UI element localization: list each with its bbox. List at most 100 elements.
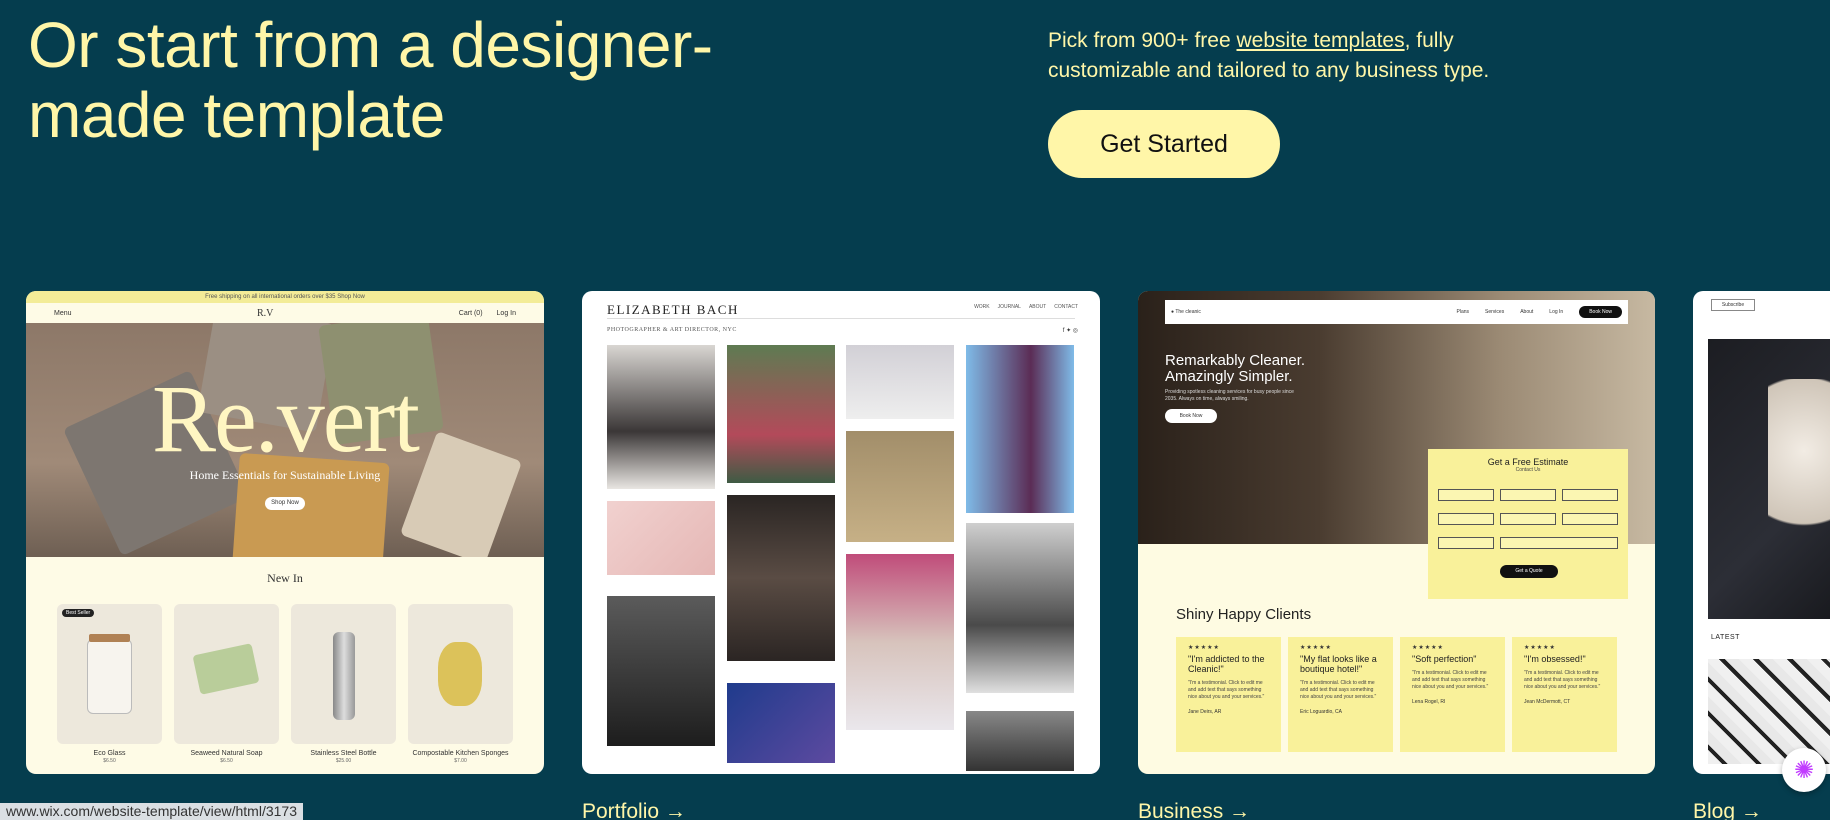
new-in-heading: New In bbox=[267, 571, 303, 585]
sponge-shape bbox=[438, 642, 482, 706]
photo-thumbnail bbox=[846, 554, 954, 730]
blog-hero-image bbox=[1708, 339, 1830, 619]
template-card-revert[interactable]: Free shipping on all international order… bbox=[26, 291, 544, 774]
form-field bbox=[1500, 489, 1556, 501]
latest-heading: LATEST bbox=[1711, 634, 1740, 641]
form-field bbox=[1500, 537, 1618, 549]
nav-item: Log In bbox=[1549, 309, 1564, 315]
sculpture-shape bbox=[1768, 379, 1830, 559]
section-headline: Or start from a designer-made template bbox=[28, 9, 713, 151]
product-image bbox=[408, 604, 513, 744]
nav-item: CONTACT bbox=[1054, 304, 1078, 310]
product-price: $25.00 bbox=[335, 758, 352, 764]
portfolio-subtitle: PHOTOGRAPHER & ART DIRECTOR, NYC bbox=[607, 327, 737, 333]
product-price: $6.50 bbox=[220, 758, 233, 764]
testimonial-body: "I'm a testimonial. Click to edit me and… bbox=[1188, 680, 1265, 700]
blog-thumbnail bbox=[1708, 659, 1830, 764]
bottle-shape bbox=[333, 632, 355, 720]
photo-thumbnail bbox=[607, 345, 715, 489]
portfolio-nav: WORK JOURNAL ABOUT CONTACT bbox=[974, 304, 1078, 310]
testimonial-card: ★★★★★ "My flat looks like a boutique hot… bbox=[1288, 637, 1393, 752]
nav-item: WORK bbox=[974, 304, 990, 310]
photo-thumbnail bbox=[846, 345, 954, 419]
product-image: Best Seller bbox=[57, 604, 162, 744]
nav-item: Plans bbox=[1456, 309, 1470, 315]
nav-item: ABOUT bbox=[1028, 304, 1047, 310]
brain-assistant-icon[interactable]: ✺ bbox=[1782, 748, 1826, 792]
nav-item: About bbox=[1520, 309, 1534, 315]
testimonial-body: "I'm a testimonial. Click to edit me and… bbox=[1524, 670, 1601, 690]
testimonial-body: "I'm a testimonial. Click to edit me and… bbox=[1412, 670, 1489, 690]
testimonial-author: Jane Deirs, AR bbox=[1188, 709, 1222, 715]
form-field bbox=[1438, 537, 1494, 549]
template-card-business[interactable]: ● The cleanic Plans Services About Log I… bbox=[1138, 291, 1655, 774]
estimate-form: Get a Free Estimate Contact Us Get a Quo… bbox=[1428, 449, 1628, 599]
testimonial-quote: "I'm addicted to the Cleanic!" bbox=[1188, 654, 1265, 674]
portfolio-category-link[interactable]: Portfolio → bbox=[582, 800, 686, 820]
cart-link: Cart (0) bbox=[458, 309, 483, 317]
product-card: Compostable Kitchen Sponges $7.00 bbox=[408, 604, 513, 764]
product-name: Stainless Steel Bottle bbox=[310, 750, 377, 757]
photo-thumbnail bbox=[966, 345, 1074, 513]
photo-thumbnail bbox=[966, 523, 1074, 693]
nav-item: Services bbox=[1485, 309, 1505, 315]
business-description: Providing spotless cleaning services for… bbox=[1165, 389, 1294, 402]
photo-thumbnail bbox=[607, 596, 715, 746]
product-row: Best Seller Eco Glass $6.50 Seaweed Natu… bbox=[26, 604, 544, 764]
shop-now-button: Shop Now bbox=[265, 497, 305, 510]
template-nav: Menu R.V Cart (0) Log In bbox=[26, 303, 544, 323]
business-brand: ● The cleanic bbox=[1171, 309, 1201, 315]
social-icons: f ✦ ◎ bbox=[1062, 328, 1078, 334]
testimonial-author: Jean McDermott, CT bbox=[1524, 699, 1571, 705]
glass-jar-shape bbox=[87, 639, 132, 714]
testimonial-quote: "I'm obsessed!" bbox=[1524, 654, 1586, 664]
product-price: $6.50 bbox=[103, 758, 116, 764]
book-now-nav-button: Book Now bbox=[1579, 306, 1622, 318]
testimonial-quote: "Soft perfection" bbox=[1412, 654, 1477, 664]
website-templates-link[interactable]: website templates bbox=[1237, 29, 1405, 52]
login-link: Log In bbox=[496, 309, 516, 317]
get-started-button[interactable]: Get Started bbox=[1048, 110, 1280, 178]
star-rating: ★★★★★ bbox=[1300, 645, 1332, 651]
star-rating: ★★★★★ bbox=[1524, 645, 1556, 651]
menu-link: Menu bbox=[54, 309, 72, 317]
testimonial-card: ★★★★★ "Soft perfection" "I'm a testimoni… bbox=[1400, 637, 1505, 752]
form-field bbox=[1438, 489, 1494, 501]
product-name: Compostable Kitchen Sponges bbox=[412, 750, 509, 757]
intro-text: Pick from 900+ free bbox=[1048, 29, 1237, 52]
template-hero-image: Re.vert Home Essentials for Sustainable … bbox=[26, 323, 544, 557]
section-intro: Pick from 900+ free website templates, f… bbox=[1048, 26, 1508, 86]
product-image bbox=[174, 604, 279, 744]
template-card-portfolio[interactable]: ELIZABETH BACH WORK JOURNAL ABOUT CONTAC… bbox=[582, 291, 1100, 774]
template-subtitle: Home Essentials for Sustainable Living bbox=[189, 468, 381, 482]
soap-bar-shape bbox=[192, 643, 260, 695]
testimonial-card: ★★★★★ "I'm addicted to the Cleanic!" "I'… bbox=[1176, 637, 1281, 752]
blog-category-link[interactable]: Blog → bbox=[1693, 800, 1762, 820]
form-title: Get a Free Estimate bbox=[1487, 457, 1569, 467]
product-name: Seaweed Natural Soap bbox=[190, 750, 263, 757]
nav-item: JOURNAL bbox=[997, 304, 1021, 310]
best-seller-badge: Best Seller bbox=[62, 609, 95, 617]
photo-thumbnail bbox=[607, 501, 715, 575]
product-card: Stainless Steel Bottle $25.00 bbox=[291, 604, 396, 764]
form-field bbox=[1562, 513, 1618, 525]
form-field bbox=[1500, 513, 1556, 525]
star-rating: ★★★★★ bbox=[1188, 645, 1220, 651]
template-card-blog[interactable]: Subscribe LATEST bbox=[1693, 291, 1830, 774]
product-card: Best Seller Eco Glass $6.50 bbox=[57, 604, 162, 764]
get-quote-button: Get a Quote bbox=[1500, 565, 1558, 578]
portfolio-name: ELIZABETH BACH bbox=[607, 302, 739, 317]
testimonial-card: ★★★★★ "I'm obsessed!" "I'm a testimonial… bbox=[1512, 637, 1617, 752]
product-image bbox=[291, 604, 396, 744]
testimonial-quote: "My flat looks like a boutique hotel!" bbox=[1300, 654, 1377, 674]
photo-thumbnail bbox=[727, 345, 835, 483]
form-field bbox=[1438, 513, 1494, 525]
photo-thumbnail bbox=[727, 683, 835, 763]
testimonial-body: "I'm a testimonial. Click to edit me and… bbox=[1300, 680, 1377, 700]
clients-heading: Shiny Happy Clients bbox=[1176, 606, 1312, 623]
testimonial-author: Eric Loguardio, CA bbox=[1300, 709, 1342, 715]
divider bbox=[607, 318, 1075, 319]
business-category-link[interactable]: Business → bbox=[1138, 800, 1250, 820]
product-price: $7.00 bbox=[454, 758, 467, 764]
photo-thumbnail bbox=[727, 495, 835, 661]
